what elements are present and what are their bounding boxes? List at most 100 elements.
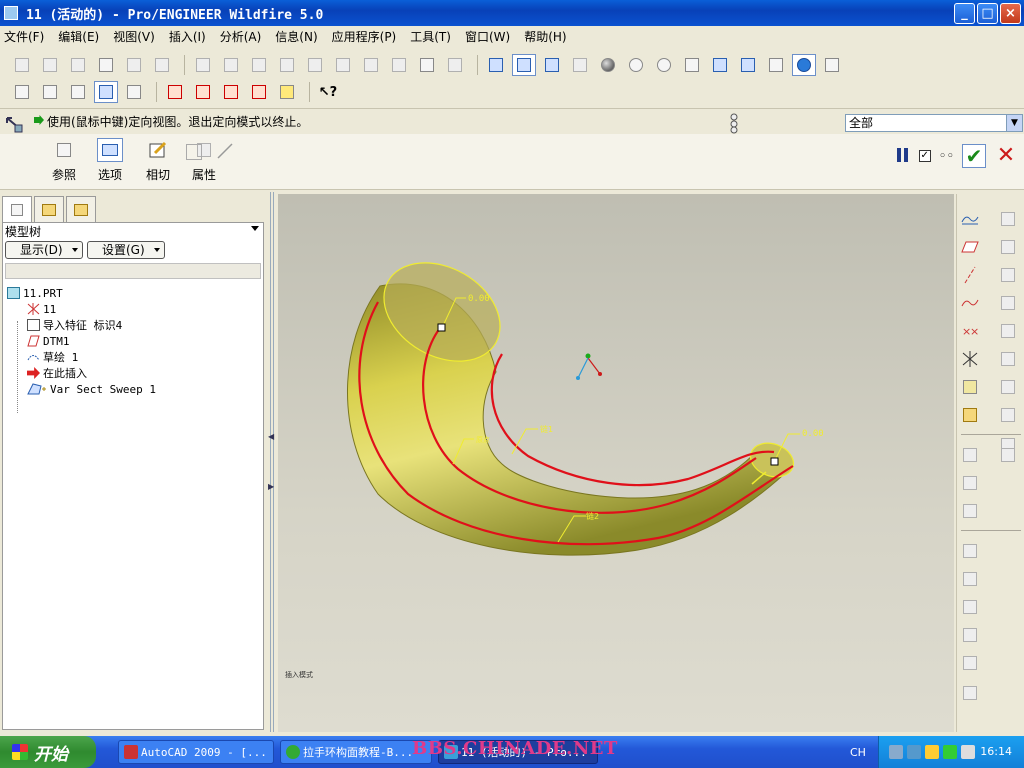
menu-view[interactable]: 视图(V) xyxy=(113,28,155,45)
revolve-tool-button[interactable] xyxy=(959,472,981,494)
minimize-button[interactable]: _ xyxy=(954,3,975,24)
print-button[interactable] xyxy=(94,54,118,76)
datum-display-button[interactable] xyxy=(484,54,508,76)
collapse-left-icon[interactable]: ◀ xyxy=(268,432,274,442)
cut-button[interactable] xyxy=(247,54,271,76)
paste-button[interactable] xyxy=(303,54,327,76)
glasses-preview-icon[interactable]: ◦◦ xyxy=(939,149,954,164)
open-file-button[interactable] xyxy=(38,54,62,76)
maximize-button[interactable]: □ xyxy=(977,3,998,24)
annotation-display-button[interactable] xyxy=(275,81,299,103)
cancel-button[interactable]: ✕ xyxy=(994,144,1018,168)
tab-favorites[interactable] xyxy=(66,196,96,222)
shaded-button[interactable] xyxy=(94,81,118,103)
thicken-tool-button[interactable] xyxy=(959,596,981,618)
orient-mode-indicator[interactable] xyxy=(4,114,24,134)
reorient-button[interactable] xyxy=(708,54,732,76)
refit-button[interactable] xyxy=(680,54,704,76)
wrap-tool-button[interactable] xyxy=(959,652,981,674)
find-button[interactable] xyxy=(415,54,439,76)
datum-curve-tool-button[interactable] xyxy=(959,292,981,314)
sketch-tool-button[interactable] xyxy=(959,208,981,230)
save-button[interactable] xyxy=(66,54,90,76)
selection-filter-dropdown[interactable]: 全部 ▼ xyxy=(845,114,1023,132)
menu-edit[interactable]: 编辑(E) xyxy=(58,28,99,45)
title-bar[interactable]: 11 (活动的) - Pro/ENGINEER Wildfire 5.0 _ □… xyxy=(0,0,1024,26)
plane-display-button[interactable] xyxy=(163,81,187,103)
tray-ime-icon[interactable] xyxy=(907,745,921,759)
no-hidden-button[interactable] xyxy=(66,81,90,103)
round-tool-button[interactable] xyxy=(997,320,1019,342)
solidify-tool-button[interactable] xyxy=(959,568,981,590)
rib-tool-button[interactable] xyxy=(997,264,1019,286)
smart-filter-icon[interactable] xyxy=(728,112,740,134)
extrude-tool-button[interactable] xyxy=(959,444,981,466)
chain-tool-button[interactable] xyxy=(959,404,981,426)
appearance-button[interactable] xyxy=(792,54,816,76)
accept-button[interactable]: ✔ xyxy=(962,144,986,168)
expand-right-icon[interactable]: ▶ xyxy=(268,482,274,492)
analysis-tool-button[interactable] xyxy=(959,376,981,398)
taskbar-item-browser[interactable]: 拉手环构面教程-B... xyxy=(280,740,432,764)
end-point-handle[interactable] xyxy=(770,457,779,466)
close-button[interactable]: × xyxy=(1000,3,1021,24)
tab-options[interactable]: 选项 xyxy=(88,138,132,183)
menu-tools[interactable]: 工具(T) xyxy=(410,28,451,45)
merge-tool-button[interactable] xyxy=(997,376,1019,398)
tray-user-icon[interactable] xyxy=(925,745,939,759)
chevron-down-icon[interactable] xyxy=(251,226,259,231)
offset-tool-button[interactable] xyxy=(997,444,1019,466)
email-button[interactable] xyxy=(122,54,146,76)
layers-button[interactable] xyxy=(764,54,788,76)
preview-checkbox[interactable]: ✓ xyxy=(918,150,931,162)
model-tree-toggle-button[interactable] xyxy=(122,81,146,103)
csys-tool-button[interactable] xyxy=(959,348,981,370)
origin-label[interactable]: 原点 xyxy=(476,436,490,444)
tray-network-icon[interactable] xyxy=(889,745,903,759)
display-style-button[interactable] xyxy=(568,54,592,76)
datum-point-tool-button[interactable]: × × xyxy=(959,320,981,342)
csys-display-button[interactable] xyxy=(247,81,271,103)
taskbar-item-autocad[interactable]: AutoCAD 2009 - [... xyxy=(118,740,274,764)
wireframe-button[interactable] xyxy=(10,81,34,103)
menu-applications[interactable]: 应用程序(P) xyxy=(332,28,397,45)
tray-add-icon[interactable] xyxy=(943,745,957,759)
blend-tool-button[interactable] xyxy=(959,540,981,562)
chain-2-label[interactable]: 链2 xyxy=(586,511,599,521)
copy-button[interactable] xyxy=(275,54,299,76)
saved-views-button[interactable] xyxy=(736,54,760,76)
menu-window[interactable]: 窗口(W) xyxy=(465,28,510,45)
regenerate-button[interactable] xyxy=(359,54,383,76)
shell-tool-button[interactable] xyxy=(997,236,1019,258)
intersect-tool-button[interactable] xyxy=(959,624,981,646)
menu-analysis[interactable]: 分析(A) xyxy=(220,28,262,45)
model-tree-header[interactable]: 模型树 xyxy=(3,223,263,241)
tree-item-sketch[interactable]: 草绘 1 xyxy=(3,349,263,365)
zoom-in-button[interactable] xyxy=(624,54,648,76)
start-point-handle[interactable] xyxy=(437,323,446,332)
menu-insert[interactable]: 插入(I) xyxy=(169,28,206,45)
mirror-tool-button[interactable] xyxy=(997,348,1019,370)
paste-special-button[interactable] xyxy=(331,54,355,76)
sweep-tool-button[interactable] xyxy=(959,500,981,522)
pause-button[interactable] xyxy=(895,148,911,164)
tab-model-tree[interactable] xyxy=(2,196,32,222)
menu-help[interactable]: 帮助(H) xyxy=(524,28,566,45)
spin-center-button[interactable] xyxy=(512,54,536,76)
hole-tool-button[interactable] xyxy=(997,208,1019,230)
tree-item-csys[interactable]: 11 xyxy=(3,301,263,317)
menu-file[interactable]: 文件(F) xyxy=(4,28,44,45)
hidden-line-button[interactable] xyxy=(38,81,62,103)
chain-1-label[interactable]: 链1 xyxy=(540,424,553,434)
datum-plane-tool-button[interactable] xyxy=(959,236,981,258)
new-file-button[interactable] xyxy=(10,54,34,76)
show-button[interactable]: 显示(D) xyxy=(5,241,83,259)
tray-volume-icon[interactable] xyxy=(961,745,975,759)
panel-splitter[interactable]: ◀ ▶ xyxy=(266,192,278,732)
orient-mode-button[interactable] xyxy=(540,54,564,76)
menu-info[interactable]: 信息(N) xyxy=(275,28,317,45)
tree-item-part[interactable]: 11.PRT xyxy=(3,285,263,301)
point-display-button[interactable] xyxy=(219,81,243,103)
tree-item-var-sect-sweep[interactable]: Var Sect Sweep 1 xyxy=(3,381,263,397)
tab-references[interactable]: 参照 xyxy=(42,138,86,183)
